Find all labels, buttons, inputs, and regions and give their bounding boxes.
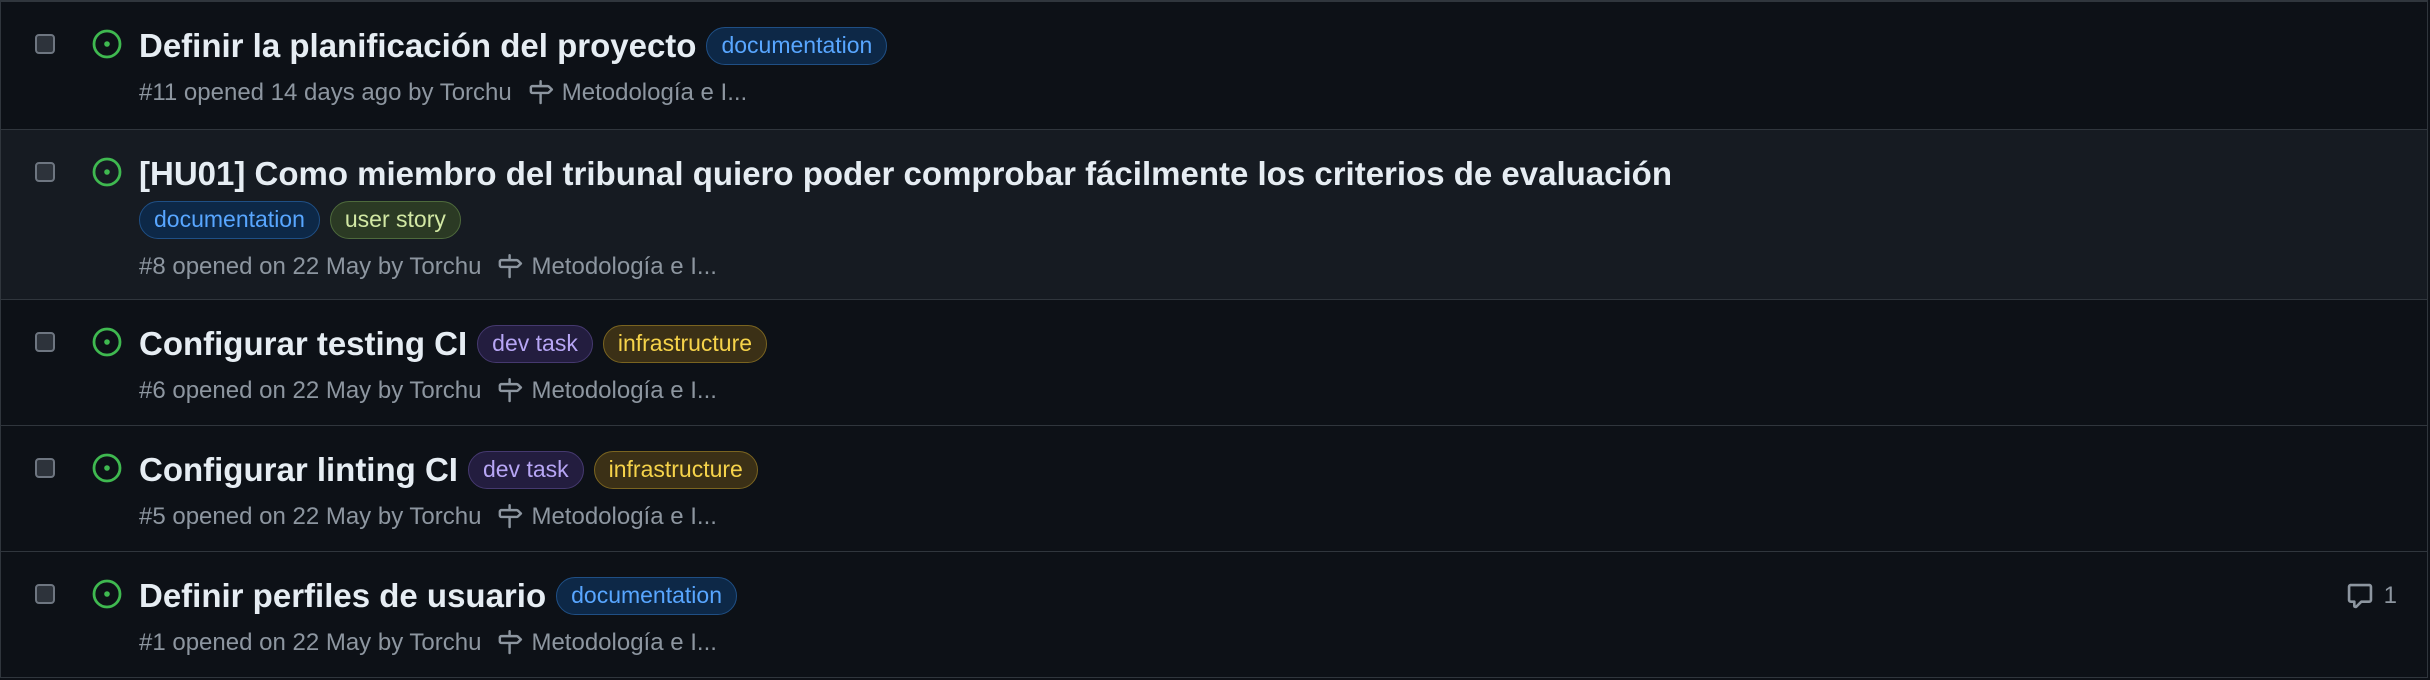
label-dev-task[interactable]: dev task — [477, 325, 593, 363]
issue-meta: #8 opened on 22 May by Torchu — [139, 253, 482, 280]
issue-title-link[interactable]: [HU01] Como miembro del tribunal quiero … — [139, 152, 1672, 196]
issue-meta: #1 opened on 22 May by Torchu — [139, 629, 482, 656]
milestone-icon — [499, 630, 523, 655]
issue-row[interactable]: Configurar testing CI dev task infrastru… — [1, 300, 2427, 426]
milestone-link[interactable]: Metodología e I... — [497, 503, 717, 531]
comment-icon — [2347, 583, 2372, 609]
issue-title-link[interactable]: Definir perfiles de usuario — [139, 574, 546, 618]
milestone-icon — [499, 504, 523, 529]
milestone-link[interactable]: Metodología e I... — [528, 79, 747, 107]
label-documentation[interactable]: documentation — [706, 27, 888, 65]
milestone-link[interactable]: Metodología e I... — [497, 253, 717, 281]
issue-title-link[interactable]: Definir la planificación del proyecto — [139, 24, 696, 68]
issue-opened-icon — [92, 157, 122, 187]
issue-row[interactable]: Definir perfiles de usuario documentatio… — [1, 552, 2427, 676]
issue-select-checkbox[interactable] — [35, 458, 55, 478]
issue-row[interactable]: Definir la planificación del proyecto do… — [1, 2, 2427, 130]
issue-opened-icon — [92, 579, 122, 609]
issue-list: Definir la planificación del proyecto do… — [0, 0, 2428, 678]
label-infrastructure[interactable]: infrastructure — [602, 325, 768, 363]
milestone-label: Metodología e I... — [561, 79, 748, 106]
issue-meta: #5 opened on 22 May by Torchu — [139, 503, 482, 530]
milestone-icon — [499, 378, 523, 403]
label-user-story[interactable]: user story — [329, 201, 461, 239]
milestone-link[interactable]: Metodología e I... — [497, 377, 717, 405]
issue-select-checkbox[interactable] — [35, 584, 55, 604]
issue-row[interactable]: Configurar linting CI dev task infrastru… — [1, 426, 2427, 552]
label-documentation[interactable]: documentation — [556, 577, 737, 615]
milestone-label: Metodología e I... — [531, 253, 717, 280]
issue-opened-icon — [92, 453, 122, 483]
issue-opened-icon — [92, 29, 122, 59]
milestone-label: Metodología e I... — [531, 503, 717, 530]
issue-select-checkbox[interactable] — [35, 162, 55, 182]
label-documentation[interactable]: documentation — [139, 201, 320, 239]
milestone-link[interactable]: Metodología e I... — [497, 629, 717, 657]
issue-select-checkbox[interactable] — [35, 332, 55, 352]
comments-link[interactable]: 1 — [2346, 582, 2397, 610]
milestone-label: Metodología e I... — [531, 377, 717, 404]
issue-meta: #11 opened 14 days ago by Torchu — [139, 79, 512, 106]
issue-meta: #6 opened on 22 May by Torchu — [139, 377, 482, 404]
issue-opened-icon — [92, 327, 122, 357]
comment-count: 1 — [2383, 582, 2397, 609]
issue-title-link[interactable]: Configurar testing CI — [139, 322, 467, 366]
milestone-label: Metodología e I... — [531, 629, 717, 656]
issue-title-link[interactable]: Configurar linting CI — [139, 448, 458, 492]
issue-select-checkbox[interactable] — [35, 34, 55, 54]
label-infrastructure[interactable]: infrastructure — [593, 451, 758, 489]
milestone-icon — [529, 80, 553, 105]
label-dev-task[interactable]: dev task — [467, 451, 584, 489]
milestone-icon — [499, 254, 523, 279]
issue-row[interactable]: [HU01] Como miembro del tribunal quiero … — [1, 130, 2427, 300]
